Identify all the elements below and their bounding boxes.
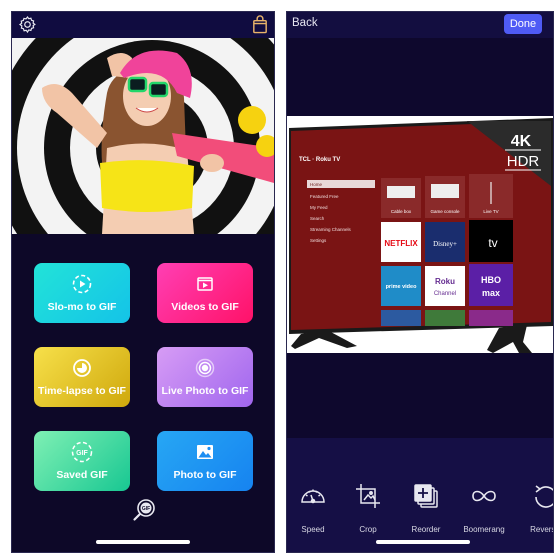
tv-tile-label: Cable box (391, 209, 412, 214)
reverse-label: Reverse (530, 525, 553, 534)
apple-tv-tile: tv (488, 236, 497, 250)
timelapse-to-gif-button[interactable]: Time-lapse to GIF (34, 347, 130, 407)
reverse-tool[interactable]: Reverse (519, 482, 553, 534)
crop-tool[interactable]: Crop (342, 482, 394, 534)
live-photo-to-gif-button[interactable]: Live Photo to GIF (157, 347, 253, 407)
crop-icon (356, 484, 380, 508)
hero-photo (12, 38, 274, 234)
timelapse-to-gif-label: Time-lapse to GIF (38, 385, 126, 397)
gif-editor-screen: Back Done 4K HDR TCL · Roku TV Home Feat… (286, 11, 554, 553)
tv-menu-item: Featured Free (310, 194, 339, 199)
crop-label: Crop (359, 525, 377, 534)
tv-menu-item: Home (310, 182, 323, 187)
home-indicator (376, 540, 470, 544)
badge-hdr: HDR (507, 153, 540, 170)
tv-menu-item: Settings (310, 238, 327, 243)
live-photo-to-gif-label: Live Photo to GIF (161, 385, 249, 397)
saved-gif-button[interactable]: GIF Saved GIF (34, 431, 130, 491)
reorder-label: Reorder (411, 525, 441, 534)
svg-text:HBO: HBO (481, 275, 501, 285)
speedometer-icon (301, 489, 325, 504)
videos-to-gif-label: Videos to GIF (171, 301, 239, 313)
video-frame-icon (194, 273, 216, 295)
prime-video-tile: prime video (386, 284, 418, 290)
reverse-icon (535, 485, 553, 508)
slowmo-to-gif-label: Slo-mo to GIF (47, 301, 117, 313)
preview-bottom-padding (287, 353, 553, 438)
editing-toolbar: Speed Crop Reorder Boomerang Rever (287, 438, 553, 552)
svg-text:GIF: GIF (142, 506, 150, 512)
back-button[interactable]: Back (292, 17, 318, 29)
reorder-tool[interactable]: Reorder (400, 482, 452, 534)
home-indicator (96, 540, 190, 544)
tv-brand: TCL · Roku TV (299, 157, 340, 163)
gif-badge-icon: GIF (71, 441, 93, 463)
saved-gif-label: Saved GIF (56, 469, 108, 481)
svg-text:GIF: GIF (76, 450, 88, 457)
tv-menu-item: Search (310, 216, 325, 221)
slowmo-play-icon (71, 273, 93, 295)
gif-maker-home-screen: Slo-mo to GIF Videos to GIF Time-lapse t… (11, 11, 275, 553)
gif-search-icon[interactable]: GIF (132, 498, 156, 522)
netflix-tile: NETFLIX (384, 239, 418, 248)
gear-icon[interactable] (18, 15, 37, 34)
svg-text:Channel: Channel (434, 291, 456, 297)
speed-label: Speed (301, 525, 325, 534)
done-button[interactable]: Done (504, 14, 542, 34)
boomerang-label: Boomerang (463, 525, 505, 534)
tv-menu-item: My Feed (310, 205, 328, 210)
shopping-bag-icon[interactable] (252, 15, 268, 34)
preview-image: 4K HDR TCL · Roku TV Home Featured Free … (287, 116, 553, 353)
badge-4k: 4K (511, 133, 532, 150)
disney-tile: Disney+ (433, 240, 457, 248)
editor-top-bar: Back Done (287, 12, 553, 38)
preview-top-padding (287, 38, 553, 116)
tv-tile-label: Game console (430, 209, 460, 214)
reorder-icon (414, 484, 438, 508)
tv-menu-item: Streaming Channels (310, 227, 352, 232)
tv-tile-label: Live TV (483, 209, 498, 214)
boomerang-tool[interactable]: Boomerang (458, 482, 510, 534)
photo-to-gif-label: Photo to GIF (173, 469, 237, 481)
photo-icon (194, 441, 216, 463)
live-photo-icon (194, 357, 216, 379)
timelapse-icon (71, 357, 93, 379)
slowmo-to-gif-button[interactable]: Slo-mo to GIF (34, 263, 130, 323)
infinity-icon (472, 490, 496, 502)
videos-to-gif-button[interactable]: Videos to GIF (157, 263, 253, 323)
svg-text:Roku: Roku (435, 277, 455, 286)
top-bar (12, 12, 274, 38)
svg-text:max: max (482, 288, 500, 298)
speed-tool[interactable]: Speed (287, 482, 339, 534)
photo-to-gif-button[interactable]: Photo to GIF (157, 431, 253, 491)
